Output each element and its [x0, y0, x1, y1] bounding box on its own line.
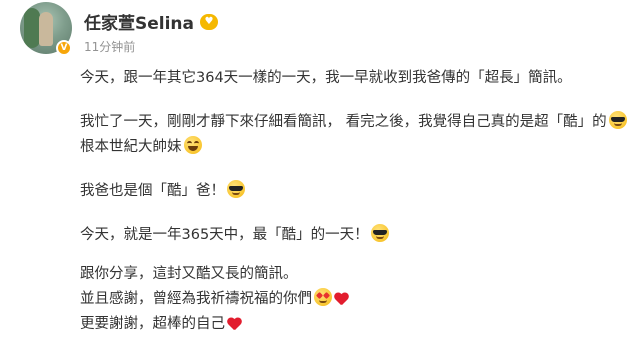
sunglasses-face-icon	[227, 180, 245, 198]
paragraph-2-line-2: 根本世紀大帥妹	[80, 135, 624, 160]
vip-badge-icon[interactable]: ♥	[200, 13, 219, 30]
paragraph-2b-text: 根本世紀大帥妹	[80, 139, 182, 155]
heart-eyes-face-icon	[314, 288, 332, 306]
paragraph-3: 我爸也是個「酷」爸！	[80, 179, 624, 204]
paragraph-5-line-2: 並且感謝，曾經為我祈禱祝福的你們	[80, 287, 624, 312]
paragraph-2-text: 我忙了一天，剛剛才靜下來仔細看簡訊， 看完之後，我覺得自己真的是超「酷」的	[80, 114, 607, 130]
sunglasses-face-icon	[608, 111, 627, 129]
post-content: 今天，跟一年其它364天一樣的一天，我一早就收到我爸傳的「超長」簡訊。 我忙了一…	[80, 66, 627, 337]
paragraph-4: 今天，就是一年365天中，最「酷」的一天！	[80, 223, 624, 248]
paragraph-1-text: 今天，跟一年其它364天一樣的一天，我一早就收到我爸傳的「超長」簡訊。	[80, 70, 572, 86]
paragraph-3-text: 我爸也是個「酷」爸！	[80, 183, 225, 199]
sunglasses-face-icon	[370, 224, 389, 242]
laughing-face-icon	[183, 136, 202, 154]
paragraph-5c-text: 更要謝謝，超棒的自己	[80, 316, 225, 332]
paragraph-5a-text: 跟你分享，這封又酷又長的簡訊。	[80, 266, 298, 282]
author-name[interactable]: 任家萱Selina	[84, 9, 194, 34]
red-heart-icon	[334, 292, 349, 306]
paragraph-1: 今天，跟一年其它364天一樣的一天，我一早就收到我爸傳的「超長」簡訊。	[80, 66, 624, 91]
paragraph-5-line-3: 更要謝謝，超棒的自己	[80, 312, 624, 337]
avatar-plant	[24, 8, 40, 48]
paragraph-5b-text: 並且感謝，曾經為我祈禱祝福的你們	[80, 291, 312, 307]
verified-badge-icon: V	[56, 40, 72, 56]
weibo-post: V 任家萱Selina ♥ 11分钟前 今天，跟一年其它364天一樣的一天，我一…	[0, 0, 640, 358]
paragraph-4-text: 今天，就是一年365天中，最「酷」的一天！	[80, 227, 369, 243]
paragraph-2-line-1: 我忙了一天，剛剛才靜下來仔細看簡訊， 看完之後，我覺得自己真的是超「酷」的	[80, 110, 627, 135]
red-heart-icon	[227, 317, 242, 331]
author-row: 任家萱Selina ♥	[84, 9, 219, 34]
post-timestamp[interactable]: 11分钟前	[84, 38, 135, 55]
avatar-figure	[39, 12, 53, 46]
paragraph-5-line-1: 跟你分享，這封又酷又長的簡訊。	[80, 262, 624, 287]
